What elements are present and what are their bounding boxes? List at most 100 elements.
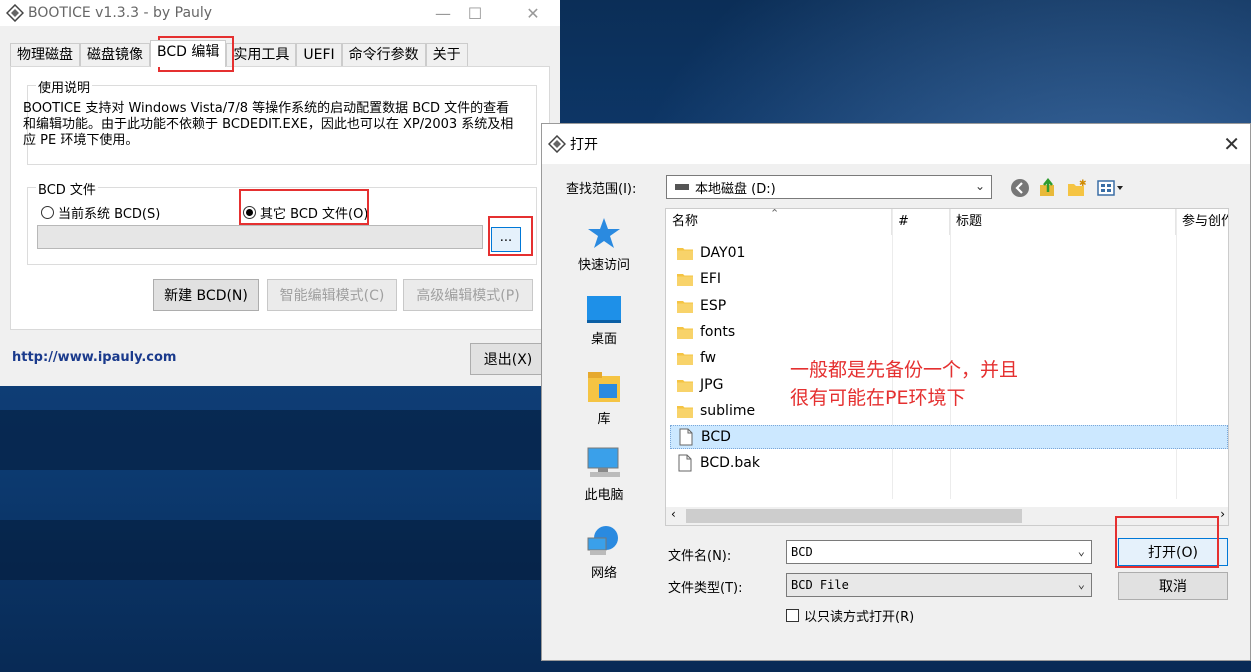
column-header-title[interactable]: 标题 — [950, 209, 1176, 235]
annotation-text: 一般都是先备份一个，并且 很有可能在PE环境下 — [790, 356, 1018, 412]
tab-bcd-edit[interactable]: BCD 编辑 — [150, 40, 227, 67]
file-row[interactable]: fonts — [670, 320, 1228, 344]
computer-icon — [587, 447, 620, 477]
file-name: BCD.bak — [700, 455, 760, 472]
radio-current-label: 当前系统 BCD(S) — [58, 207, 161, 222]
desktop-band — [0, 410, 560, 470]
usage-description: BOOTICE 支持对 Windows Vista/7/8 等操作系统的启动配置… — [23, 101, 514, 148]
folder-icon — [676, 244, 694, 262]
scroll-left-icon[interactable]: ‹ — [671, 507, 676, 521]
place-this-pc[interactable]: 此电脑 — [546, 446, 662, 503]
folder-icon — [676, 270, 694, 288]
filetype-value: BCD File — [791, 578, 849, 592]
bootice-tabs: 物理磁盘 磁盘镜像 BCD 编辑 实用工具 UEFI 命令行参数 关于 — [10, 40, 468, 67]
filename-value: BCD — [791, 545, 813, 559]
tab-about[interactable]: 关于 — [425, 43, 468, 67]
desktop-icon — [587, 296, 621, 323]
radio-current-bcd[interactable]: 当前系统 BCD(S) — [41, 203, 160, 222]
folder-icon — [676, 402, 694, 420]
scrollbar-thumb[interactable] — [686, 509, 1022, 523]
place-quick-access[interactable]: 快速访问 — [546, 216, 662, 273]
new-bcd-button[interactable]: 新建 BCD(N) — [153, 279, 259, 311]
folder-icon — [676, 349, 694, 367]
sort-ascending-icon: ⌃ — [770, 208, 780, 220]
checkbox-box — [786, 609, 799, 622]
place-label: 此电脑 — [584, 488, 624, 503]
bootice-titlebar[interactable]: BOOTICE v1.3.3 - by Pauly — ☐ ✕ — [0, 0, 560, 26]
library-icon — [588, 372, 620, 402]
chevron-down-icon: ⌄ — [1077, 577, 1085, 591]
network-icon — [587, 526, 618, 555]
scroll-right-icon[interactable]: › — [1220, 507, 1225, 521]
folder-icon — [676, 376, 694, 394]
place-label: 快速访问 — [577, 258, 630, 273]
advanced-edit-button[interactable]: 高级编辑模式(P) — [403, 279, 533, 311]
lookin-label: 查找范围(I): — [566, 182, 637, 197]
file-icon — [677, 428, 695, 446]
file-row[interactable]: EFI — [670, 267, 1228, 291]
place-label: 网络 — [590, 566, 617, 581]
chevron-down-icon: ⌄ — [974, 179, 985, 193]
place-library[interactable]: 库 — [546, 370, 662, 427]
folder-icon — [676, 297, 694, 315]
column-header-contributors[interactable]: 参与创作 — [1176, 209, 1228, 235]
place-network[interactable]: 网络 — [546, 524, 662, 581]
exit-button[interactable]: 退出(X) — [470, 343, 546, 375]
filetype-label: 文件类型(T): — [668, 581, 743, 596]
file-name: JPG — [700, 376, 724, 393]
annotation-line-2: 很有可能在PE环境下 — [790, 387, 966, 409]
view-menu-icon[interactable] — [1096, 178, 1123, 198]
drive-icon — [675, 184, 689, 190]
file-name: EFI — [700, 271, 722, 288]
radio-circle — [41, 206, 54, 219]
desktop-band — [0, 520, 560, 580]
file-row[interactable]: DAY01 — [670, 241, 1228, 265]
new-folder-icon[interactable]: ✱ — [1066, 178, 1087, 198]
up-folder-icon[interactable] — [1038, 177, 1058, 198]
open-dialog-icon — [547, 134, 567, 154]
column-header-number[interactable]: # — [892, 209, 950, 235]
usage-group-label: 使用说明 — [36, 77, 93, 96]
website-link[interactable]: http://www.ipauly.com — [12, 350, 176, 365]
file-name: BCD — [701, 429, 731, 446]
folder-icon — [676, 323, 694, 341]
close-icon[interactable]: ✕ — [1223, 132, 1240, 156]
tab-uefi[interactable]: UEFI — [296, 43, 342, 67]
file-name: fw — [700, 350, 717, 367]
file-row[interactable]: ESP — [670, 294, 1228, 318]
filename-label: 文件名(N): — [668, 549, 732, 564]
tab-disk-image[interactable]: 磁盘镜像 — [80, 43, 150, 67]
highlight-open-button — [1115, 516, 1219, 568]
svg-text:✱: ✱ — [1079, 179, 1087, 189]
lookin-combo[interactable]: 本地磁盘 (D:) ⌄ — [666, 175, 992, 199]
file-name: sublime — [700, 402, 756, 419]
bootice-title: BOOTICE v1.3.3 - by Pauly — [28, 5, 213, 21]
file-row[interactable]: BCD.bak — [670, 451, 1228, 475]
annotation-line-1: 一般都是先备份一个，并且 — [790, 359, 1019, 381]
close-icon[interactable]: ✕ — [510, 0, 556, 26]
open-dialog-titlebar[interactable]: 打开 ✕ — [542, 124, 1250, 164]
places-bar: 快速访问 桌面 库 此电脑 网络 — [546, 208, 662, 608]
smart-edit-button[interactable]: 智能编辑模式(C) — [267, 279, 397, 311]
highlight-browse — [488, 216, 533, 256]
filetype-select[interactable]: BCD File ⌄ — [786, 573, 1092, 597]
readonly-checkbox[interactable]: 以只读方式打开(R) — [786, 606, 914, 625]
filename-input[interactable]: BCD ⌄ — [786, 540, 1092, 564]
tab-command-line[interactable]: 命令行参数 — [341, 43, 426, 67]
place-label: 库 — [597, 412, 611, 427]
chevron-down-icon: ⌄ — [1077, 544, 1085, 558]
maximize-icon[interactable]: ☐ — [452, 0, 498, 26]
bcd-path-field[interactable] — [37, 225, 483, 249]
highlight-other-bcd — [239, 189, 369, 225]
back-icon[interactable] — [1010, 178, 1030, 198]
file-name: ESP — [700, 297, 727, 314]
file-row[interactable]: BCD — [670, 425, 1228, 450]
tab-physical-disk[interactable]: 物理磁盘 — [10, 43, 80, 67]
cancel-button[interactable]: 取消 — [1118, 572, 1228, 600]
tab-utilities[interactable]: 实用工具 — [226, 43, 297, 67]
bootice-app-icon — [5, 3, 25, 23]
file-name: fonts — [700, 323, 736, 340]
open-dialog-title: 打开 — [570, 137, 598, 153]
place-desktop[interactable]: 桌面 — [546, 294, 662, 347]
file-name: DAY01 — [700, 245, 746, 261]
